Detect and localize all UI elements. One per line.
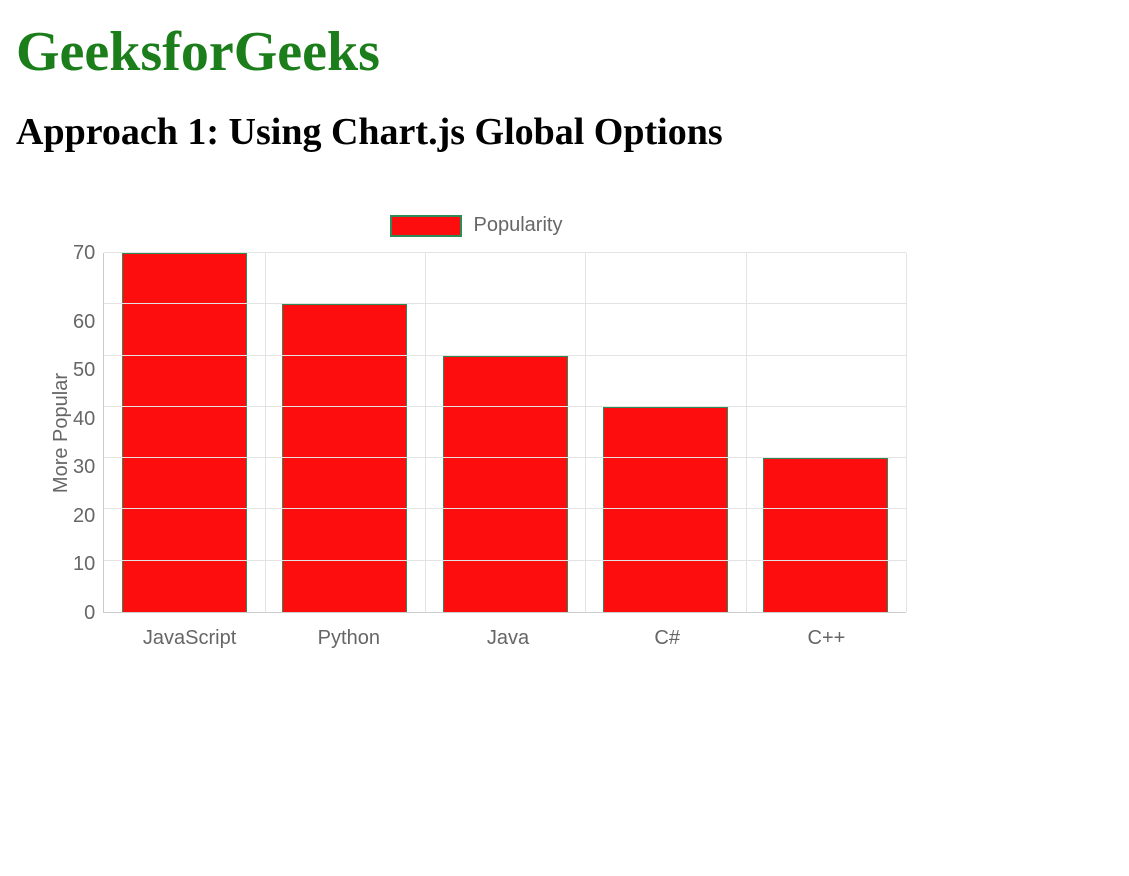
bar[interactable] bbox=[122, 253, 247, 612]
x-tick: C# bbox=[588, 613, 747, 650]
page-title: GeeksforGeeks bbox=[16, 20, 1113, 84]
y-tick: 30 bbox=[73, 457, 95, 477]
x-tick: C++ bbox=[747, 613, 906, 650]
bar-slot bbox=[265, 253, 425, 612]
bar-slot bbox=[104, 253, 264, 612]
x-tick: Java bbox=[428, 613, 587, 650]
legend-label: Popularity bbox=[474, 214, 563, 237]
bar-slot bbox=[425, 253, 585, 612]
y-axis-title: More Popular bbox=[46, 373, 73, 493]
legend-swatch bbox=[390, 215, 462, 237]
y-tick: 40 bbox=[73, 409, 95, 429]
bar[interactable] bbox=[763, 458, 888, 612]
x-axis-ticks: JavaScriptPythonJavaC#C++ bbox=[110, 613, 906, 650]
y-tick: 70 bbox=[73, 243, 95, 263]
y-tick: 20 bbox=[73, 506, 95, 526]
x-tick: JavaScript bbox=[110, 613, 269, 650]
chart-legend[interactable]: Popularity bbox=[46, 214, 906, 237]
y-tick: 50 bbox=[73, 360, 95, 380]
y-tick: 60 bbox=[73, 312, 95, 332]
bar-chart: Popularity More Popular 706050403020100 … bbox=[46, 214, 906, 650]
y-tick: 0 bbox=[84, 603, 95, 623]
bar-slot bbox=[746, 253, 906, 612]
bar[interactable] bbox=[443, 356, 568, 612]
bar-slot bbox=[585, 253, 745, 612]
y-tick: 10 bbox=[73, 554, 95, 574]
x-tick: Python bbox=[269, 613, 428, 650]
plot-area bbox=[103, 253, 906, 613]
y-axis-ticks: 706050403020100 bbox=[73, 253, 103, 613]
page-subtitle: Approach 1: Using Chart.js Global Option… bbox=[16, 110, 1113, 154]
